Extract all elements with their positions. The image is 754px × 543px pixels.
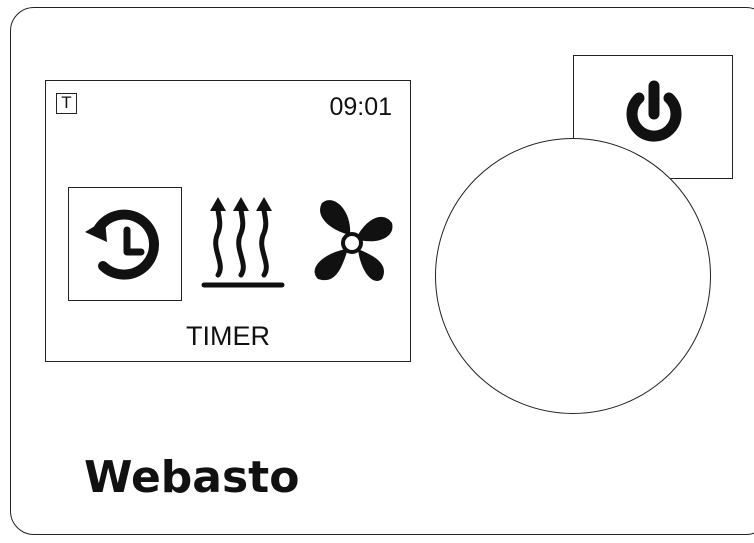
time-display: 09:01 [329,93,392,121]
timer-icon [85,209,159,280]
heating-icon[interactable] [198,193,288,293]
lcd-display: T 09:01 TIMER [45,80,411,362]
webasto-logo: Webasto [84,452,299,503]
power-icon [626,80,682,142]
brand-name: Webasto [84,452,299,503]
mode-label: TIMER [186,321,270,351]
rotary-knob[interactable] [435,138,711,414]
ventilation-fan-icon[interactable] [302,193,398,289]
mode-badge: T [56,93,77,114]
timer-option-selected[interactable] [68,187,182,301]
